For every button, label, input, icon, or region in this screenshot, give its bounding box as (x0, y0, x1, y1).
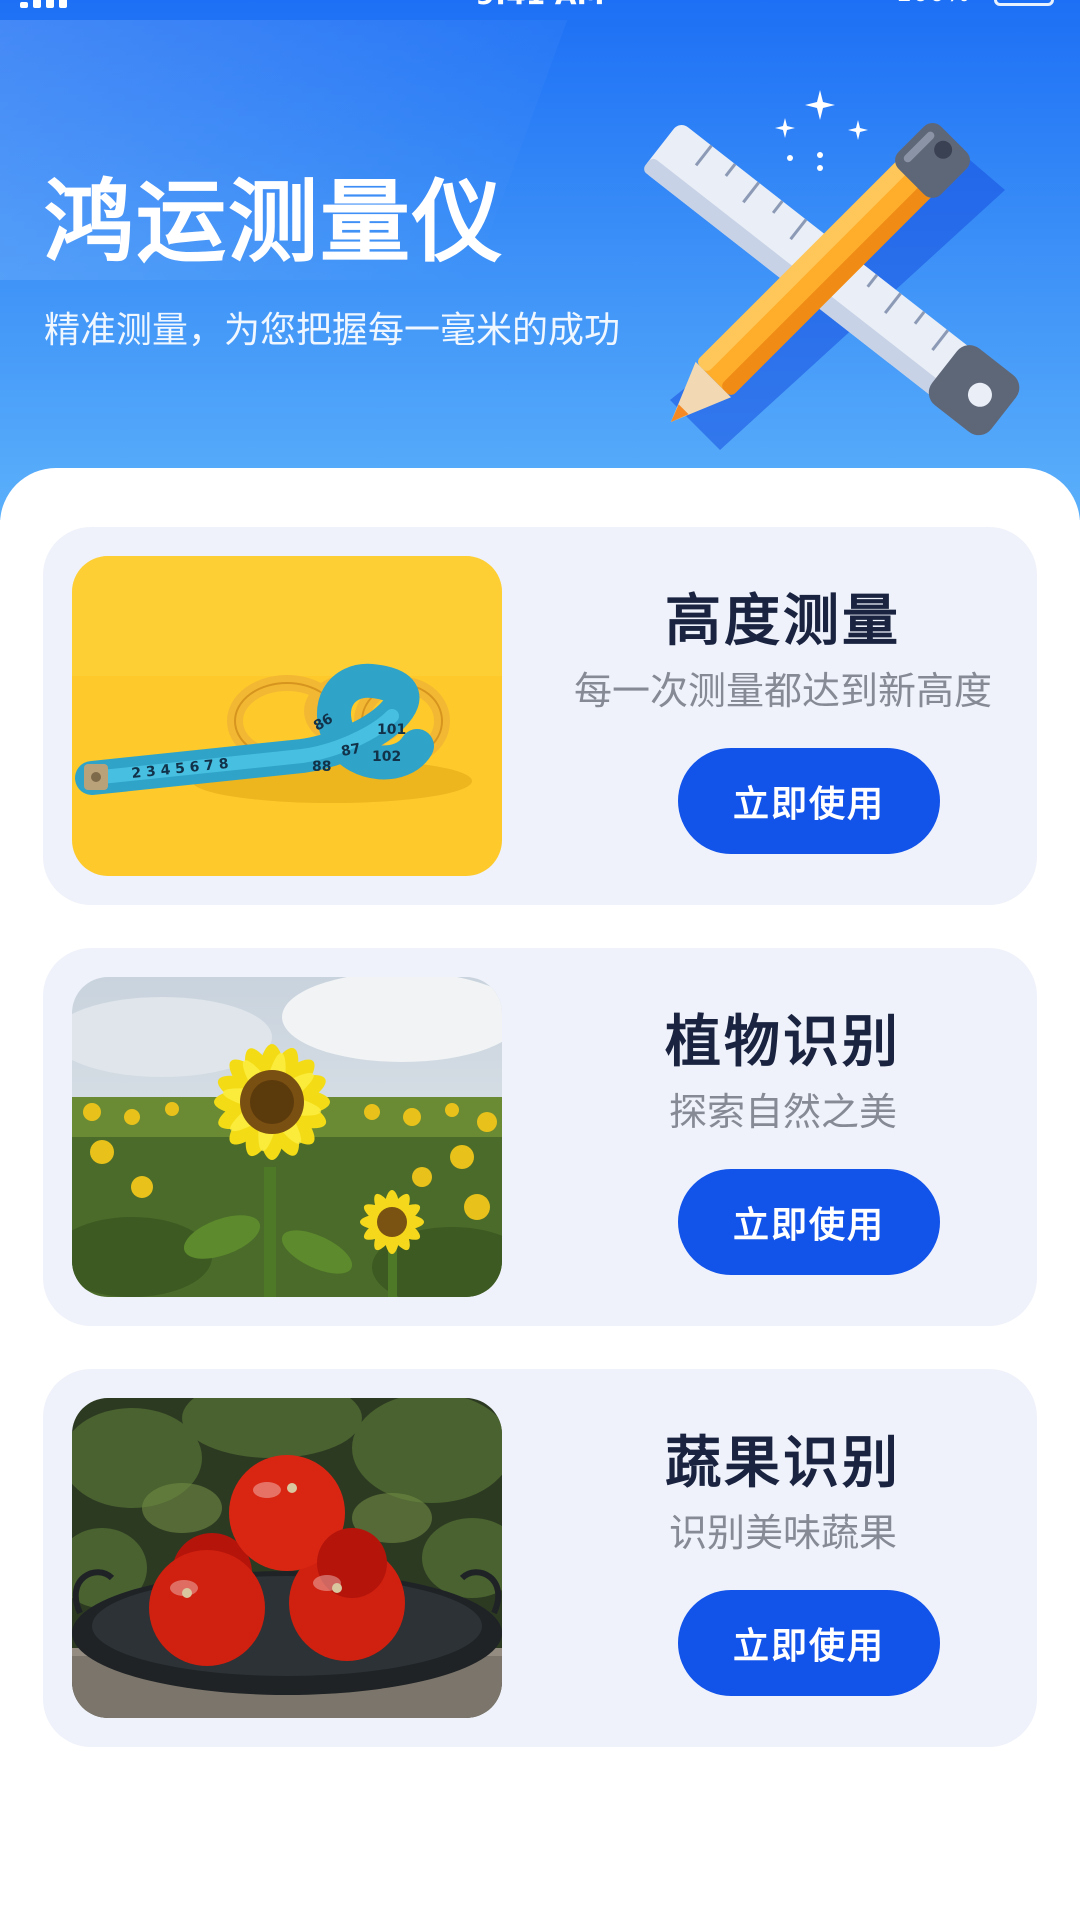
card-description: 识别美味蔬果 (668, 1511, 897, 1555)
card-content: 蔬果识别 识别美味蔬果 立即使用 (543, 1369, 1023, 1747)
svg-text:87: 87 (340, 741, 362, 760)
feature-card-height[interactable]: 2 3 4 5 6 7 8 86 87 101 102 88 高度测量 每一次测… (43, 527, 1037, 905)
card-description: 每一次测量都达到新高度 (573, 669, 992, 713)
svg-text:102: 102 (372, 749, 401, 765)
app-subtitle: 精准测量，为您把握每一毫米的成功 (44, 310, 621, 351)
card-title: 蔬果识别 (665, 1431, 901, 1496)
ruler-pencil-icon (630, 80, 1030, 460)
card-title: 高度测量 (665, 589, 901, 654)
card-description: 探索自然之美 (668, 1090, 897, 1134)
card-title: 植物识别 (665, 1010, 901, 1075)
status-bar: 9:41 AM 100% (0, 0, 1080, 12)
app-screen: 9:41 AM 100% 鸿运测量仪 精准测量，为您把握每一毫米的成功 (0, 0, 1080, 1920)
card-content: 植物识别 探索自然之美 立即使用 (543, 948, 1023, 1326)
tomatoes-photo (72, 1398, 502, 1718)
sunflower-photo (72, 977, 502, 1297)
hero-banner: 9:41 AM 100% 鸿运测量仪 精准测量，为您把握每一毫米的成功 (0, 0, 1080, 520)
svg-text:101: 101 (377, 722, 406, 738)
battery-percent: 100% (896, 0, 970, 8)
feature-card-produce[interactable]: 蔬果识别 识别美味蔬果 立即使用 (43, 1369, 1037, 1747)
card-content: 高度测量 每一次测量都达到新高度 立即使用 (543, 527, 1023, 905)
feature-list: 2 3 4 5 6 7 8 86 87 101 102 88 高度测量 每一次测… (0, 468, 1080, 1920)
svg-text:88: 88 (312, 759, 331, 775)
app-title: 鸿运测量仪 (44, 170, 504, 275)
battery-icon (994, 0, 1054, 6)
use-now-button[interactable]: 立即使用 (678, 1590, 940, 1696)
use-now-button[interactable]: 立即使用 (678, 748, 940, 854)
use-now-button[interactable]: 立即使用 (678, 1169, 940, 1275)
feature-card-plant[interactable]: 植物识别 探索自然之美 立即使用 (43, 948, 1037, 1326)
tape-measure-photo: 2 3 4 5 6 7 8 86 87 101 102 88 (72, 556, 502, 876)
